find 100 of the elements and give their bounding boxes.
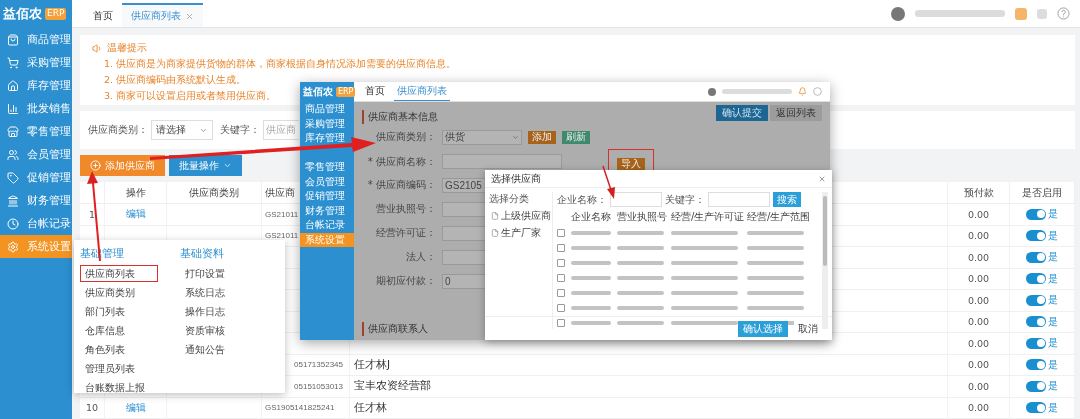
keyword-field[interactable]: 供应商 xyxy=(263,120,299,140)
form-button[interactable]: 刷新 xyxy=(562,130,590,144)
blurred-text xyxy=(671,231,738,235)
scrollbar[interactable] xyxy=(822,192,828,329)
close-icon[interactable] xyxy=(818,174,826,183)
sidebar-item[interactable]: 会员管理 xyxy=(0,143,72,166)
action-button[interactable]: 确认提交 xyxy=(716,105,768,121)
category-select[interactable]: 请选择 xyxy=(151,120,213,140)
row-checkbox[interactable] xyxy=(557,319,565,327)
confirm-button[interactable]: 确认选择 xyxy=(738,320,788,337)
dropdown-button[interactable]: 批量操作 xyxy=(169,155,242,176)
sidebar-item[interactable]: 商品管理 xyxy=(0,28,72,51)
toggle-switch[interactable] xyxy=(1026,294,1046,306)
sidebar-item[interactable]: 财务管理 xyxy=(0,189,72,212)
avatar[interactable] xyxy=(708,87,716,96)
column-header: 预付款 xyxy=(963,185,994,200)
search-button[interactable]: 搜索 xyxy=(773,192,801,207)
select-field[interactable]: 供货 xyxy=(442,129,522,145)
blurred-text xyxy=(617,276,664,280)
edit-link[interactable]: 编辑 xyxy=(125,400,146,415)
keyword-field[interactable] xyxy=(708,192,770,207)
sidebar-item[interactable]: 零售管理 xyxy=(300,160,354,175)
help-icon[interactable] xyxy=(813,87,822,96)
sidebar-item[interactable]: 促销管理 xyxy=(0,166,72,189)
field-label: 供应商类别： xyxy=(375,130,436,144)
toggle-switch[interactable] xyxy=(1026,251,1046,263)
menu-item[interactable]: 供应商类别 xyxy=(80,284,140,301)
row-checkbox[interactable] xyxy=(557,244,565,252)
sidebar-item[interactable]: 台帐记录 xyxy=(0,212,72,235)
table-cell: 0.00 xyxy=(967,294,990,306)
edit-link[interactable]: 编辑 xyxy=(125,207,146,222)
blurred-icon xyxy=(1037,8,1047,19)
toggle-switch[interactable] xyxy=(1026,316,1046,328)
tip-text: 1. 供应商是为商家提供货物的群体，商家根据自身情况添加需要的供应商信息。 xyxy=(103,57,457,71)
name-field[interactable] xyxy=(610,192,662,207)
menu-item[interactable]: 仓库信息 xyxy=(80,322,130,339)
toggle-switch[interactable] xyxy=(1026,337,1046,349)
sidebar-item[interactable]: 系统设置 xyxy=(300,232,354,247)
field-label: * 供应商名称： xyxy=(366,154,436,169)
toggle-switch[interactable] xyxy=(1026,208,1046,220)
column-header: 营业执照号 xyxy=(617,210,668,224)
row-checkbox[interactable] xyxy=(557,304,565,312)
tree-item[interactable]: 上级供应商 xyxy=(489,209,551,223)
menu-item[interactable]: 资质审核 xyxy=(179,322,230,339)
form-button[interactable]: 导入 xyxy=(617,157,645,171)
sidebar-item[interactable]: 台帐记录 xyxy=(300,218,354,233)
toggle-label: 是 xyxy=(1048,336,1058,351)
form-button[interactable]: 添加 xyxy=(528,130,556,144)
menu-item[interactable]: 操作日志 xyxy=(179,303,230,320)
menu-item[interactable]: 管理员列表 xyxy=(80,360,140,377)
table-cell: 0.00 xyxy=(967,208,990,220)
tab[interactable]: 首页 xyxy=(362,84,388,101)
tab[interactable]: 供应商列表 xyxy=(394,84,450,101)
avatar[interactable] xyxy=(891,6,905,21)
menu-item[interactable]: 打印设置 xyxy=(179,265,230,282)
menu-icon xyxy=(7,194,19,207)
help-icon[interactable] xyxy=(1057,7,1070,20)
table-cell: GS1905141825241 xyxy=(265,403,335,413)
table-cell: 0.00 xyxy=(967,402,990,414)
input-field[interactable] xyxy=(442,154,562,169)
menu-item[interactable]: 部门列表 xyxy=(80,303,130,320)
sidebar-item[interactable]: 库存管理 xyxy=(300,131,354,146)
table-cell: 任才林 xyxy=(354,400,387,415)
bell-icon[interactable] xyxy=(798,87,807,96)
toggle-switch[interactable] xyxy=(1026,230,1046,242)
tab[interactable]: 供应商列表 xyxy=(122,3,203,27)
column-header: 供应商类别 xyxy=(189,185,239,200)
notification-icon[interactable] xyxy=(1015,7,1027,20)
row-checkbox[interactable] xyxy=(557,229,565,237)
row-checkbox[interactable] xyxy=(557,289,565,297)
column-header: 经营/生产许可证 xyxy=(671,210,745,224)
toggle-switch[interactable] xyxy=(1026,359,1046,371)
toggle-switch[interactable] xyxy=(1026,273,1046,285)
sidebar-item[interactable]: 采购管理 xyxy=(0,51,72,74)
sidebar-item[interactable]: 系统设置 xyxy=(0,235,72,258)
sidebar-item[interactable]: 批发销售 xyxy=(0,97,72,120)
close-icon[interactable] xyxy=(185,11,194,21)
action-button[interactable]: 返回列表 xyxy=(770,105,822,121)
add-button[interactable]: 添加供应商 xyxy=(80,155,165,176)
tree-item[interactable]: 生产厂家 xyxy=(489,226,541,240)
toggle-switch[interactable] xyxy=(1026,380,1046,392)
menu-item[interactable]: 系统日志 xyxy=(179,284,230,301)
sidebar-item[interactable]: 采购管理 xyxy=(300,116,354,131)
sidebar-item[interactable]: 会员管理 xyxy=(300,174,354,189)
sidebar-item[interactable]: 促销管理 xyxy=(300,189,354,204)
menu-item[interactable]: 供应商列表 xyxy=(80,265,158,282)
menu-icon xyxy=(7,79,19,92)
sidebar-item[interactable]: 零售管理 xyxy=(0,120,72,143)
sidebar-item[interactable]: 库存管理 xyxy=(0,74,72,97)
speaker-icon xyxy=(92,42,103,54)
row-checkbox[interactable] xyxy=(557,274,565,282)
row-checkbox[interactable] xyxy=(557,259,565,267)
toggle-switch[interactable] xyxy=(1026,402,1046,414)
column-header: 企业名称 xyxy=(571,210,612,224)
sidebar-item[interactable]: 财务管理 xyxy=(300,203,354,218)
menu-item[interactable]: 角色列表 xyxy=(80,341,130,358)
menu-item[interactable]: 台账数据上报 xyxy=(80,379,150,393)
menu-item[interactable]: 通知公告 xyxy=(179,341,230,358)
blurred-text xyxy=(571,276,611,280)
sidebar-item[interactable]: 商品管理 xyxy=(300,102,354,117)
